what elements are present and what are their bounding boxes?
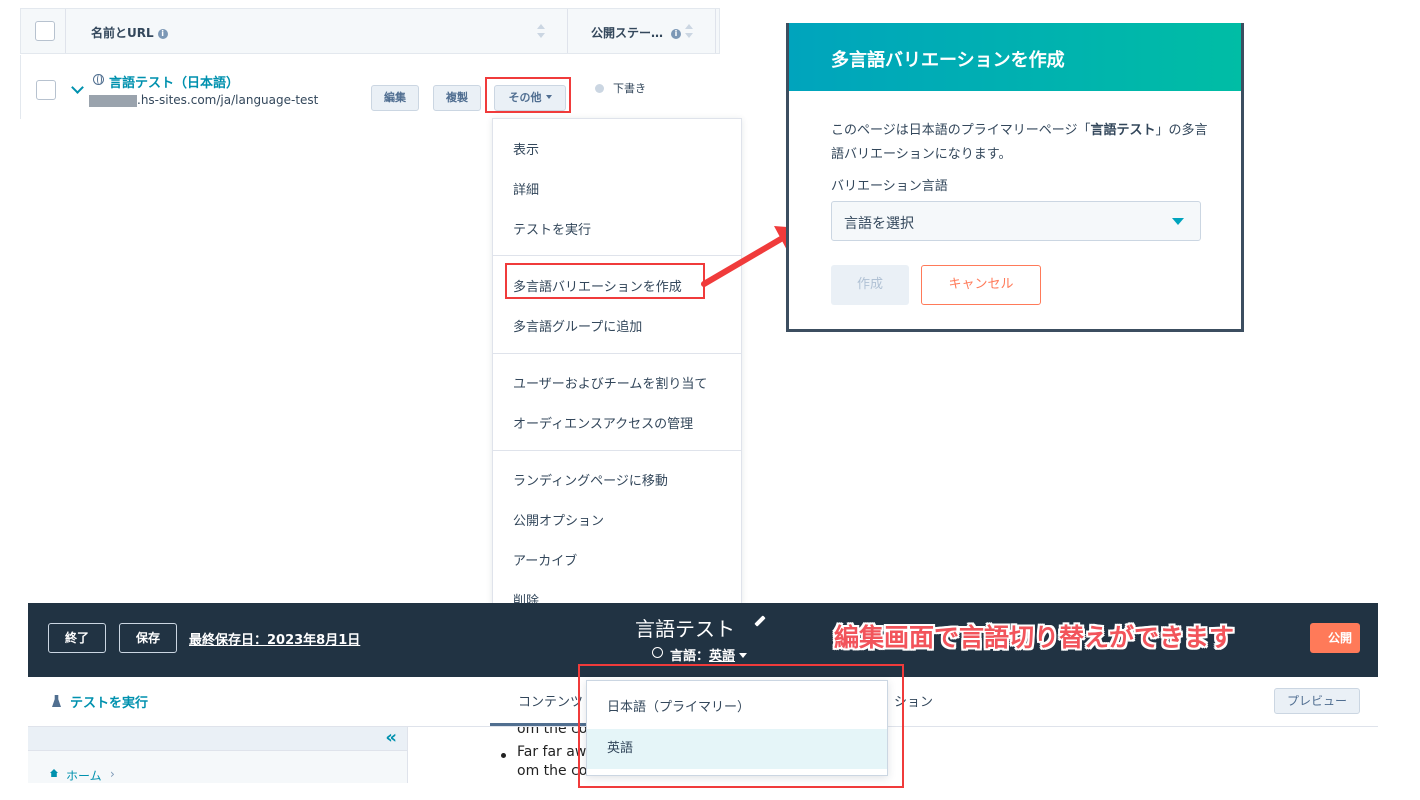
table-row: 言語テスト（日本語） .hs-sites.com/ja/language-tes…	[20, 55, 720, 119]
breadcrumb-home[interactable]: ホーム	[66, 767, 102, 784]
status-dot	[595, 84, 604, 93]
variation-language-label: バリエーション言語	[831, 179, 948, 194]
chevron-down-icon[interactable]	[71, 81, 84, 94]
globe-icon	[652, 647, 663, 658]
dialog-title: 多言語バリエーションを作成	[831, 50, 1065, 71]
create-variation-dialog: 多言語バリエーションを作成 このページは日本語のプライマリーページ「言語テスト」…	[786, 23, 1244, 332]
column-header-status[interactable]: 公開ステー… i	[591, 24, 682, 41]
flask-icon	[52, 695, 61, 707]
sidebar-collapse-bar: «	[28, 727, 407, 751]
cancel-button[interactable]: キャンセル	[921, 265, 1041, 305]
column-separator	[65, 9, 66, 53]
page-title: 言語テスト	[635, 617, 735, 641]
collapse-icon[interactable]: «	[385, 727, 397, 748]
tab-content[interactable]: コンテンツ	[518, 691, 583, 710]
pencil-icon[interactable]	[754, 615, 766, 627]
home-icon	[50, 769, 58, 777]
run-test-link[interactable]: テストを実行	[70, 692, 148, 711]
dialog-description: このページは日本語のプライマリーページ「言語テスト」の多言語バリエーションになり…	[831, 123, 1208, 162]
publish-button[interactable]: 公開	[1310, 623, 1360, 653]
sort-icon[interactable]	[537, 24, 545, 38]
redacted-domain	[89, 95, 137, 107]
menu-item-run-test[interactable]: テストを実行	[513, 219, 591, 238]
sort-icon[interactable]	[685, 24, 693, 38]
highlight-create-variation	[505, 263, 705, 299]
menu-item-delete[interactable]: 削除	[513, 590, 539, 603]
edit-button[interactable]: 編集	[371, 85, 419, 111]
language-select[interactable]: 言語を選択	[831, 201, 1201, 241]
info-icon: i	[157, 29, 168, 39]
clone-button[interactable]: 複製	[433, 85, 481, 111]
menu-item-publish-options[interactable]: 公開オプション	[513, 510, 604, 529]
bullet	[501, 753, 506, 758]
language-select-value: 言語を選択	[844, 216, 914, 232]
menu-item-archive[interactable]: アーカイブ	[513, 550, 577, 569]
chevron-right-icon: ›	[110, 767, 115, 781]
select-all-checkbox[interactable]	[35, 21, 55, 41]
row-checkbox[interactable]	[36, 80, 56, 100]
save-button[interactable]: 保存	[119, 623, 177, 653]
globe-icon	[93, 74, 104, 85]
last-saved-link[interactable]: 最終保存日：2023年8月1日	[189, 629, 360, 648]
menu-item-move-to-landing[interactable]: ランディングページに移動	[513, 470, 668, 489]
language-switcher[interactable]: 言語：英語	[670, 645, 748, 664]
body-text: om the co	[517, 727, 588, 737]
caret-down-icon	[1172, 218, 1184, 225]
create-button[interactable]: 作成	[831, 265, 909, 305]
highlight-language-dropdown	[578, 664, 904, 788]
menu-item-assign-users[interactable]: ユーザーおよびチームを割り当て	[513, 373, 707, 392]
table-header: 名前とURL i 公開ステー… i	[20, 8, 720, 54]
highlight-more-button	[485, 77, 571, 113]
menu-item-view[interactable]: 表示	[513, 139, 539, 158]
column-separator	[567, 9, 568, 53]
dialog-header: 多言語バリエーションを作成	[789, 23, 1241, 91]
menu-item-audience-access[interactable]: オーディエンスアクセスの管理	[513, 413, 693, 432]
column-header-name[interactable]: 名前とURL i	[91, 24, 168, 41]
page-url[interactable]: .hs-sites.com/ja/language-test	[137, 93, 318, 107]
exit-button[interactable]: 終了	[48, 623, 106, 653]
status-text: 下書き	[613, 82, 646, 95]
menu-item-details[interactable]: 詳細	[513, 179, 539, 198]
body-text: Far far aw	[517, 744, 587, 760]
annotation-text: 編集画面で言語切り替えができます	[834, 623, 1235, 652]
menu-divider	[493, 450, 741, 451]
menu-divider	[493, 353, 741, 354]
menu-item-add-to-group[interactable]: 多言語グループに追加	[513, 316, 642, 335]
preview-button[interactable]: プレビュー	[1274, 688, 1360, 714]
page-name-link[interactable]: 言語テスト（日本語）	[109, 72, 239, 91]
editor-sidebar: « ホーム ›	[28, 727, 408, 783]
info-icon: i	[671, 29, 682, 39]
caret-down-icon	[739, 653, 748, 658]
more-actions-menu: 表示 詳細 テストを実行 多言語バリエーションを作成 多言語グループに追加 ユー…	[492, 118, 742, 604]
column-separator	[715, 9, 716, 53]
